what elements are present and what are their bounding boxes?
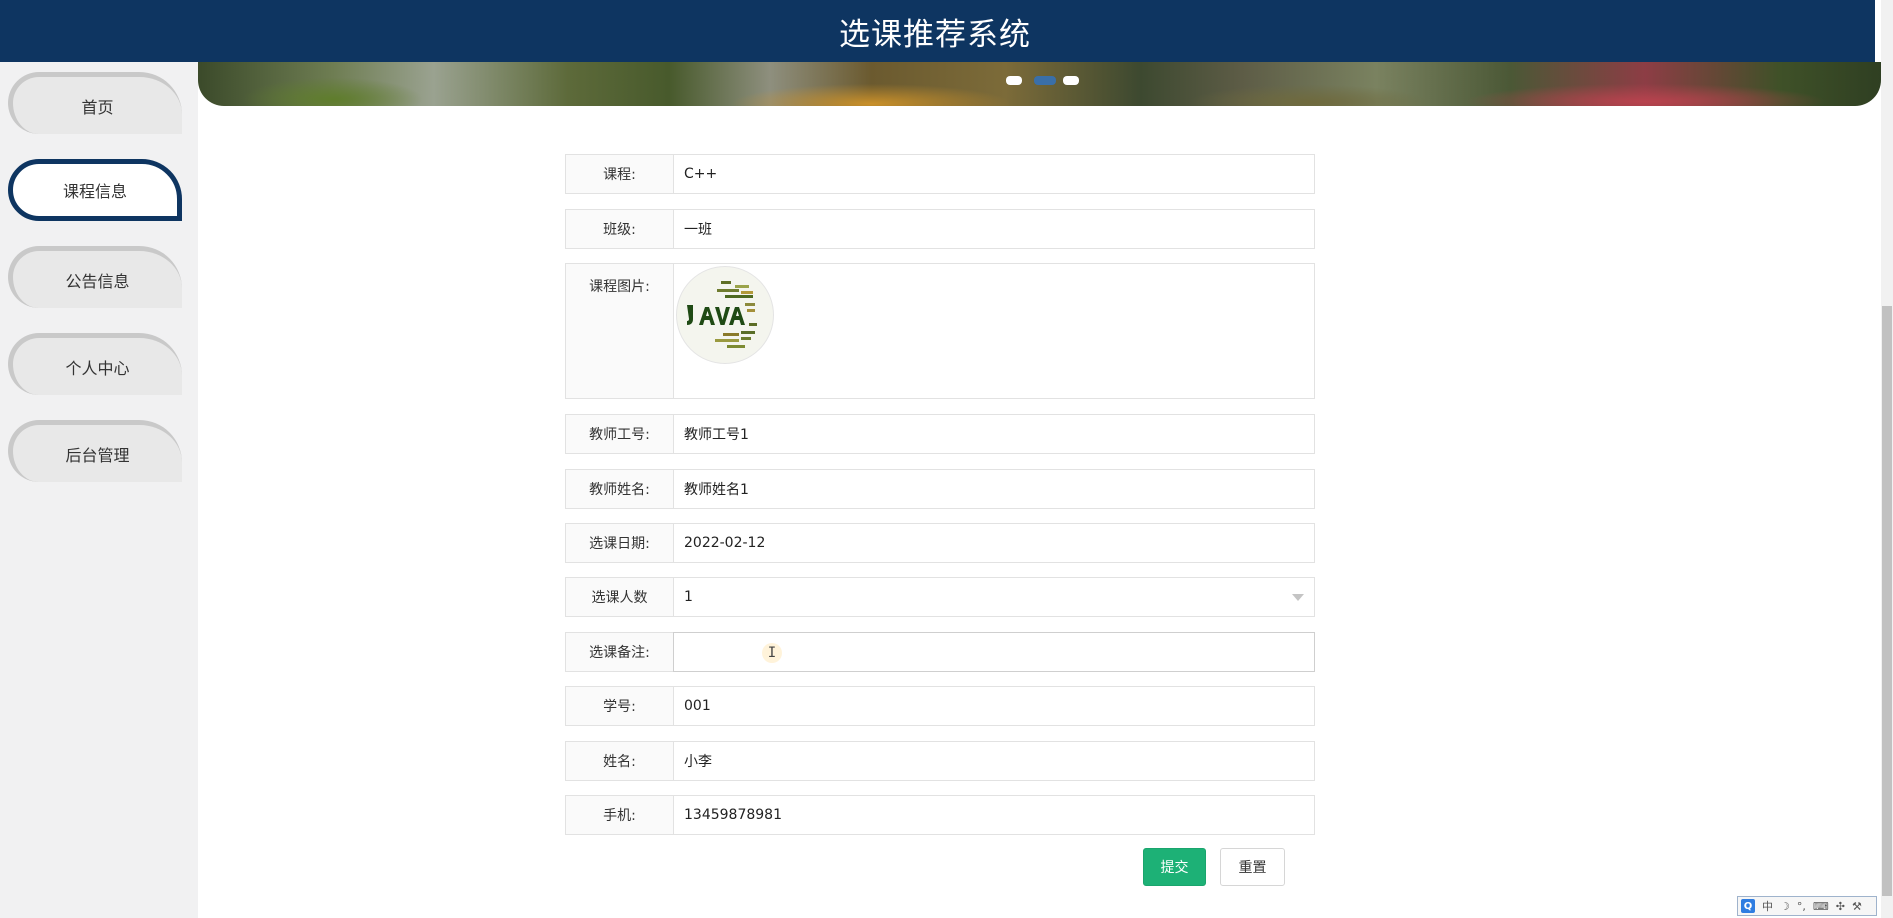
sidebar-item-announcements[interactable]: 公告信息 [8,246,182,308]
ime-logo-icon[interactable]: Q [1741,899,1755,913]
form-row-name: 姓名: 小李 [565,741,1315,781]
form-row-phone: 手机: 13459878981 [565,795,1315,835]
sidebar-item-label: 首页 [81,97,114,117]
form-row-date: 选课日期: 2022-02-12 [565,523,1315,563]
count-select[interactable]: 1 [674,578,1314,616]
course-field[interactable]: C++ [674,155,1314,193]
sidebar-item-personal-center[interactable]: 个人中心 [8,333,182,395]
sidebar-item-home[interactable]: 首页 [8,72,182,134]
sidebar-item-label: 个人中心 [65,358,130,378]
pin-icon[interactable]: ✣ [1836,900,1845,913]
sidebar-item-admin[interactable]: 后台管理 [8,420,182,482]
class-field[interactable]: 一班 [674,210,1314,248]
sidebar-item-label: 公告信息 [65,271,130,291]
wrench-icon[interactable]: ⚒ [1852,900,1862,913]
phone-field[interactable]: 13459878981 [674,796,1314,834]
class-label: 班级: [566,210,674,248]
remark-label: 选课备注: [566,633,674,671]
form-row-student-id: 学号: 001 [565,686,1315,726]
ime-toolbar[interactable]: Q 中 ☽ °, ⌨ ✣ ⚒ [1737,896,1877,916]
punctuation-icon[interactable]: °, [1797,900,1806,913]
course-image[interactable] [676,266,774,364]
java-word-cloud-icon [687,281,757,348]
remark-field[interactable]: I [673,632,1315,672]
form-row-course: 课程: C++ [565,154,1315,194]
chevron-down-icon[interactable] [1292,594,1304,601]
submit-button[interactable]: 提交 [1143,848,1206,886]
course-image-field [674,264,1314,398]
carousel-dot[interactable] [1006,76,1022,85]
carousel-dot[interactable] [1063,76,1079,85]
count-selected-value: 1 [684,589,693,605]
moon-icon[interactable]: ☽ [1780,900,1790,913]
course-label: 课程: [566,155,674,193]
student-id-field[interactable]: 001 [674,687,1314,725]
sidebar-item-label: 课程信息 [62,182,127,201]
teacher-name-label: 教师姓名: [566,470,674,508]
sidebar-nav: 首页 课程信息 公告信息 个人中心 后台管理 [0,62,198,918]
teacher-id-field[interactable]: 教师工号1 [674,415,1314,453]
sidebar-item-label: 后台管理 [65,445,130,465]
count-label: 选课人数 [566,578,674,616]
carousel-dot-active[interactable] [1034,76,1056,85]
name-label: 姓名: [566,742,674,780]
teacher-id-label: 教师工号: [566,415,674,453]
ime-mode-label[interactable]: 中 [1762,898,1773,914]
sidebar-item-course-info[interactable]: 课程信息 [8,159,182,221]
form-row-teacher-name: 教师姓名: 教师姓名1 [565,469,1315,509]
name-field[interactable]: 小李 [674,742,1314,780]
course-image-label: 课程图片: [566,264,674,398]
date-field[interactable]: 2022-02-12 [674,524,1314,562]
student-id-label: 学号: [566,687,674,725]
teacher-name-field[interactable]: 教师姓名1 [674,470,1314,508]
phone-label: 手机: [566,796,674,834]
banner-carousel[interactable] [198,62,1881,106]
page-header: 选课推荐系统 [0,0,1875,62]
form-row-count: 选课人数 1 [565,577,1315,617]
keyboard-icon[interactable]: ⌨ [1813,900,1829,913]
form-row-teacher-id: 教师工号: 教师工号1 [565,414,1315,454]
form-row-remark: 选课备注: I [565,632,1315,672]
text-cursor-icon: I [762,643,782,663]
page-title: 选课推荐系统 [839,16,1031,53]
date-label: 选课日期: [566,524,674,562]
form-row-course-image: 课程图片: [565,263,1315,399]
reset-button[interactable]: 重置 [1220,848,1285,886]
scrollbar-thumb[interactable] [1882,306,1892,896]
form-row-class: 班级: 一班 [565,209,1315,249]
